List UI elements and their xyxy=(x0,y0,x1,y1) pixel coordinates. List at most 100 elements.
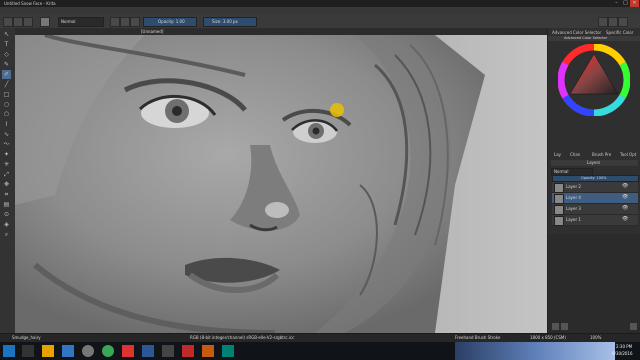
menu-bar: FileEditViewImageLayerSelectFilterToolsS… xyxy=(0,7,640,24)
zoom-level[interactable]: 100% xyxy=(590,336,601,340)
ellipse-tool-icon[interactable]: ○ xyxy=(2,100,11,109)
open-document-button[interactable] xyxy=(13,17,23,27)
line-tool-icon[interactable]: ╱ xyxy=(2,80,11,89)
visibility-eye-icon[interactable]: 👁 xyxy=(622,217,628,222)
visibility-eye-icon[interactable]: 👁 xyxy=(622,184,628,189)
clock-date[interactable]: 9/30/2016 xyxy=(612,352,633,356)
clock-time[interactable]: 2:30 PM xyxy=(616,345,632,349)
eraser-mode-button[interactable] xyxy=(110,17,120,27)
color-panel-header: Advanced Color Selector xyxy=(548,36,640,41)
layer-row[interactable]: Layer 4 👁 xyxy=(552,193,638,204)
app-icon-red[interactable] xyxy=(122,345,134,357)
tab-channels[interactable]: Chan xyxy=(570,152,580,157)
mirror-vertical-button[interactable] xyxy=(608,17,618,27)
current-brush: Smudge_hairy xyxy=(12,335,41,340)
tab-brush-presets[interactable]: Brush Pre xyxy=(592,152,611,157)
layer-row[interactable]: Layer 3 👁 xyxy=(552,204,638,215)
tool-options-bar: Normal Opacity: 1.00 Size: 3.00 px xyxy=(0,14,640,29)
cursor-highlight xyxy=(330,103,344,117)
color-panel-title: Advanced Color Selector xyxy=(564,36,608,40)
layers-header: Layers xyxy=(587,160,601,165)
new-document-button[interactable] xyxy=(3,17,13,27)
layer-stack-empty-area xyxy=(548,234,640,333)
opacity-label: Opacity: 1.00 xyxy=(158,19,185,24)
window-title: Untitled Snow Face - Krita xyxy=(4,1,56,6)
bezier-tool-icon[interactable]: ∿ xyxy=(2,130,11,139)
document-tab[interactable]: [Unnamed] xyxy=(15,28,547,35)
workspace-chooser-button[interactable] xyxy=(618,17,628,27)
crop-tool-icon[interactable]: ⌗ xyxy=(2,190,11,199)
layer-name: Layer 4 xyxy=(566,195,581,200)
tab-tool-options[interactable]: Tool Opt xyxy=(620,152,636,157)
delete-layer-button[interactable] xyxy=(630,323,637,330)
layer-list: Layer 2 👁 Layer 4 👁 Layer 3 👁 Layer 1 👁 xyxy=(548,182,640,230)
tab-layers-short[interactable]: Lay xyxy=(554,152,561,157)
opacity-slider[interactable]: Opacity: 1.00 xyxy=(143,17,197,27)
multibrush-tool-icon[interactable]: ✳ xyxy=(2,160,11,169)
visibility-eye-icon[interactable]: 👁 xyxy=(622,195,628,200)
blend-mode-select[interactable]: Normal xyxy=(58,17,104,27)
start-button-icon[interactable] xyxy=(3,345,15,357)
title-bar: Untitled Snow Face - Krita – □ ✕ xyxy=(0,0,640,7)
close-button[interactable]: ✕ xyxy=(630,0,639,7)
layer-opacity-label: Opacity: 100% xyxy=(581,175,607,180)
polygon-tool-icon[interactable]: ⬠ xyxy=(2,110,11,119)
size-label: Size: 3.00 px xyxy=(212,19,238,24)
layer-opacity-slider[interactable]: Opacity: 100% xyxy=(552,175,639,182)
acrobat-icon[interactable] xyxy=(182,345,194,357)
tab-advanced-color-selector[interactable]: Advanced Color Selector xyxy=(552,30,601,35)
search-icon[interactable] xyxy=(22,345,34,357)
app-icon-teal[interactable] xyxy=(222,345,234,357)
freehand-path-tool-icon[interactable]: 〜 xyxy=(2,140,11,149)
layer-name: Layer 1 xyxy=(566,217,581,222)
rectangle-tool-icon[interactable]: □ xyxy=(2,90,11,99)
size-slider[interactable]: Size: 3.00 px xyxy=(203,17,257,27)
duplicate-layer-button[interactable] xyxy=(561,323,568,330)
current-stroke: Freehand Brush Stroke xyxy=(455,335,501,340)
add-layer-button[interactable] xyxy=(552,323,559,330)
color-wheel[interactable] xyxy=(558,44,630,116)
preserve-alpha-button[interactable] xyxy=(120,17,130,27)
browser-icon[interactable] xyxy=(62,345,74,357)
text-tool-icon[interactable]: T xyxy=(2,40,11,49)
document-tab-title: [Unnamed] xyxy=(141,29,164,34)
tab-specific-color[interactable]: Specific Color xyxy=(606,30,633,35)
layer-thumbnail xyxy=(554,194,564,204)
maximize-button[interactable]: □ xyxy=(621,0,630,7)
select-shapes-tool-icon[interactable]: ↖ xyxy=(2,30,11,39)
layers-header-bar: Layers xyxy=(551,160,638,166)
file-explorer-icon[interactable] xyxy=(42,345,54,357)
minimize-button[interactable]: – xyxy=(612,0,621,7)
powerpoint-icon[interactable] xyxy=(202,345,214,357)
dynamic-brush-tool-icon[interactable]: ✦ xyxy=(2,150,11,159)
canvas-area: [Unnamed] xyxy=(15,28,547,333)
mirror-horizontal-button[interactable] xyxy=(598,17,608,27)
visibility-eye-icon[interactable]: 👁 xyxy=(622,206,628,211)
chrome-icon[interactable] xyxy=(102,345,114,357)
polyline-tool-icon[interactable]: ⌇ xyxy=(2,120,11,129)
layer-row[interactable]: Layer 1 👁 xyxy=(552,215,638,226)
freehand-brush-tool-icon[interactable]: ✐ xyxy=(2,70,11,79)
brush-preset-button[interactable] xyxy=(40,17,50,27)
color-picker-tool-icon[interactable]: ⊙ xyxy=(2,210,11,219)
app-icon-dark[interactable] xyxy=(162,345,174,357)
edit-shapes-tool-icon[interactable]: ◇ xyxy=(2,50,11,59)
gradient-tool-icon[interactable]: ▤ xyxy=(2,200,11,209)
transform-tool-icon[interactable]: ⤢ xyxy=(2,170,11,179)
zoom-tool-icon[interactable]: ⌕ xyxy=(2,230,11,239)
taskbar-wallpaper-strip xyxy=(455,342,615,360)
layer-row[interactable]: Layer 2 👁 xyxy=(552,182,638,193)
status-bar: Smudge_hairy RGB (8-bit integer/channel)… xyxy=(0,333,640,342)
move-tool-icon[interactable]: ✥ xyxy=(2,180,11,189)
layer-name: Layer 3 xyxy=(566,206,581,211)
word-icon[interactable] xyxy=(142,345,154,357)
taskbar: 2:30 PM 9/30/2016 xyxy=(0,342,640,360)
save-button[interactable] xyxy=(23,17,33,27)
painting-canvas[interactable] xyxy=(15,35,547,333)
calligraphy-tool-icon[interactable]: ✎ xyxy=(2,60,11,69)
krita-app-icon[interactable] xyxy=(82,345,94,357)
layer-name: Layer 2 xyxy=(566,184,581,189)
fill-tool-icon[interactable]: ◈ xyxy=(2,220,11,229)
layer-thumbnail xyxy=(554,205,564,215)
reload-preset-button[interactable] xyxy=(130,17,140,27)
